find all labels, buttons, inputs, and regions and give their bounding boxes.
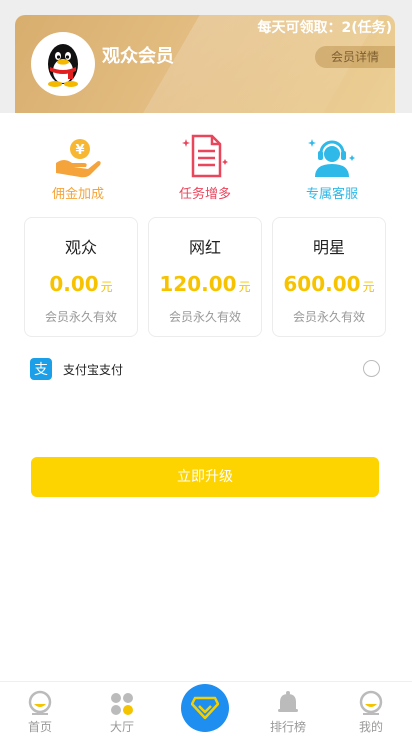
- payment-method-label: 支付宝支付: [63, 363, 124, 377]
- perk-commission-label: 佣金加成: [51, 187, 104, 202]
- upgrade-button[interactable]: 立即升级: [31, 457, 379, 497]
- customer-service-icon: [308, 139, 355, 177]
- plan-price: 120.00 元: [159, 272, 251, 296]
- tab-home-label: 首页: [27, 720, 52, 734]
- diamond-icon: [191, 696, 219, 720]
- tab-hall[interactable]: 大厅: [87, 682, 157, 736]
- perk-commission: ¥ 佣金加成: [28, 133, 128, 202]
- yen-hand-icon: ¥: [56, 139, 101, 178]
- plan-price: 600.00 元: [283, 272, 375, 296]
- tab-mine[interactable]: 我的: [336, 682, 406, 736]
- plan-card-star[interactable]: 明星 600.00 元 会员永久有效: [272, 217, 386, 337]
- daily-claim-text: 每天可领取：2(任务): [257, 20, 392, 36]
- svg-text:¥: ¥: [75, 143, 84, 158]
- perk-more-tasks-label: 任务增多: [178, 187, 231, 202]
- svg-text:支: 支: [34, 362, 48, 378]
- perk-customer-service: 专属客服: [282, 133, 382, 202]
- plan-name: 明星: [312, 238, 345, 257]
- perk-more-tasks: 任务增多: [155, 133, 255, 202]
- plan-name: 观众: [64, 238, 97, 257]
- hall-icon: [111, 693, 133, 715]
- profile-icon: [359, 690, 383, 715]
- tab-hall-label: 大厅: [109, 720, 134, 734]
- member-title: 观众会员: [102, 46, 174, 67]
- payment-radio[interactable]: [363, 360, 380, 377]
- plan-validity: 会员永久有效: [292, 310, 365, 324]
- plan-validity: 会员永久有效: [44, 310, 117, 324]
- member-detail-button[interactable]: 会员详情: [315, 46, 395, 68]
- plan-name: 网红: [188, 238, 221, 257]
- tab-home[interactable]: 首页: [5, 682, 75, 736]
- plan-validity: 会员永久有效: [168, 310, 241, 324]
- avatar[interactable]: [31, 32, 95, 96]
- penguin-icon: [48, 44, 78, 87]
- tab-vip-center[interactable]: [181, 684, 229, 732]
- bell-icon: [278, 691, 298, 712]
- tab-ranking-label: 排行榜: [269, 720, 306, 734]
- alipay-icon: 支: [30, 358, 52, 380]
- tab-mine-label: 我的: [358, 720, 383, 734]
- plan-card-audience[interactable]: 观众 0.00 元 会员永久有效: [24, 217, 138, 337]
- member-card: 每天可领取：2(任务) 观众会员 会员详情: [15, 15, 395, 125]
- home-icon: [28, 690, 52, 715]
- plan-price: 0.00 元: [49, 272, 113, 296]
- task-document-icon: [182, 134, 228, 178]
- payment-method-alipay[interactable]: 支 支付宝支付: [30, 358, 382, 380]
- tab-ranking[interactable]: 排行榜: [253, 682, 323, 736]
- plan-card-influencer[interactable]: 网红 120.00 元 会员永久有效: [148, 217, 262, 337]
- perk-customer-service-label: 专属客服: [305, 187, 358, 202]
